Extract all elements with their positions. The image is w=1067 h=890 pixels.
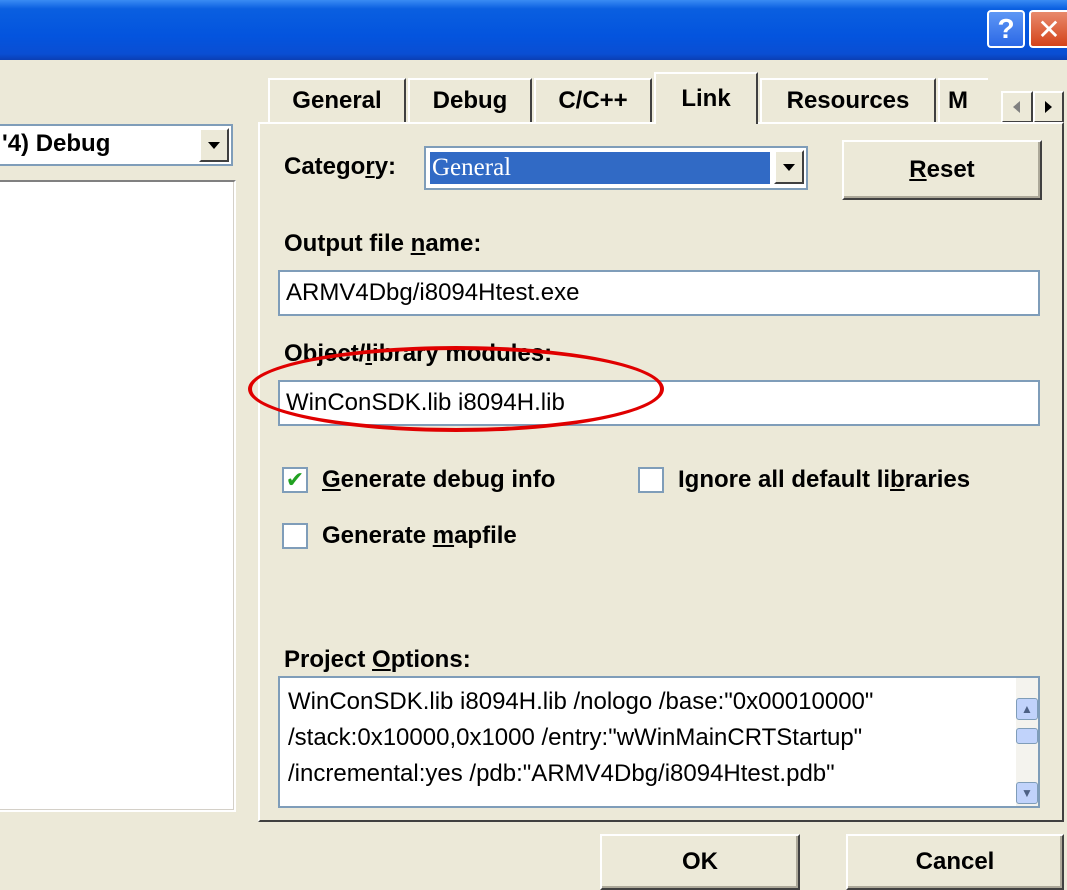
- output-file-label: Output file name:: [284, 230, 482, 257]
- tab-scroll-right-button[interactable]: [1032, 91, 1064, 123]
- ok-button[interactable]: OK: [600, 834, 800, 890]
- ignore-default-libraries-checkbox[interactable]: Ignore all default libraries: [638, 466, 970, 494]
- close-icon: ✕: [1037, 13, 1061, 45]
- tab-label: Resources: [786, 87, 910, 114]
- category-select[interactable]: General: [424, 146, 808, 190]
- scroll-up-button[interactable]: ▲: [1016, 698, 1038, 720]
- tab-label: C/C++: [558, 87, 628, 114]
- checkbox-box: [638, 467, 664, 493]
- scroll-thumb[interactable]: [1016, 728, 1038, 744]
- tab-scroll-control[interactable]: [1001, 91, 1064, 123]
- chevron-left-icon: [1013, 101, 1021, 113]
- project-options-textarea[interactable]: WinConSDK.lib i8094H.lib /nologo /base:"…: [278, 676, 1040, 808]
- project-options-text: WinConSDK.lib i8094H.lib /nologo /base:"…: [288, 688, 874, 787]
- project-options-label: Project Options:: [284, 646, 471, 673]
- settings-dropdown-button[interactable]: [199, 128, 229, 162]
- modules-input[interactable]: WinConSDK.lib i8094H.lib: [278, 380, 1040, 426]
- check-icon: ✔: [282, 467, 308, 493]
- category-label: Category:: [284, 153, 397, 180]
- reset-button[interactable]: Reset: [842, 140, 1042, 200]
- chevron-up-icon: ▲: [1021, 702, 1033, 716]
- category-value: General: [429, 151, 771, 185]
- scroll-down-button[interactable]: ▼: [1016, 782, 1038, 804]
- title-bar[interactable]: [0, 0, 1067, 60]
- tab-link[interactable]: Link: [654, 72, 758, 124]
- help-button[interactable]: ?: [987, 10, 1025, 48]
- settings-for-dropdown[interactable]: '4) Debug: [0, 124, 233, 166]
- generate-debug-checkbox[interactable]: ✔ Generate debug info: [282, 466, 555, 494]
- cancel-button[interactable]: Cancel: [846, 834, 1064, 890]
- settings-for-value: '4) Debug: [2, 130, 111, 157]
- tab-general[interactable]: General: [268, 78, 406, 122]
- generate-mapfile-checkbox[interactable]: Generate mapfile: [282, 522, 517, 550]
- tab-label: M: [948, 87, 968, 114]
- help-icon: ?: [997, 13, 1015, 44]
- chevron-right-icon: [1044, 101, 1052, 113]
- checkbox-box: [282, 523, 308, 549]
- chevron-down-icon: [783, 163, 795, 171]
- project-tree[interactable]: [0, 180, 236, 812]
- chevron-down-icon: ▼: [1021, 786, 1033, 800]
- tab-label: Link: [681, 85, 731, 112]
- category-dropdown-button[interactable]: [774, 150, 804, 184]
- tab-cpp[interactable]: C/C++: [534, 78, 652, 122]
- tab-more[interactable]: M: [938, 78, 988, 122]
- tab-debug[interactable]: Debug: [408, 78, 532, 122]
- tab-label: Debug: [432, 87, 508, 114]
- tab-resources[interactable]: Resources: [760, 78, 936, 122]
- tab-scroll-left-button[interactable]: [1001, 91, 1033, 123]
- modules-label: Object/library modules:: [284, 340, 553, 367]
- tab-label: General: [292, 87, 382, 114]
- vertical-scrollbar[interactable]: ▲ ▼: [1016, 678, 1038, 806]
- close-button[interactable]: ✕: [1029, 10, 1067, 48]
- output-file-input[interactable]: ARMV4Dbg/i8094Htest.exe: [278, 270, 1040, 316]
- chevron-down-icon: [208, 141, 220, 149]
